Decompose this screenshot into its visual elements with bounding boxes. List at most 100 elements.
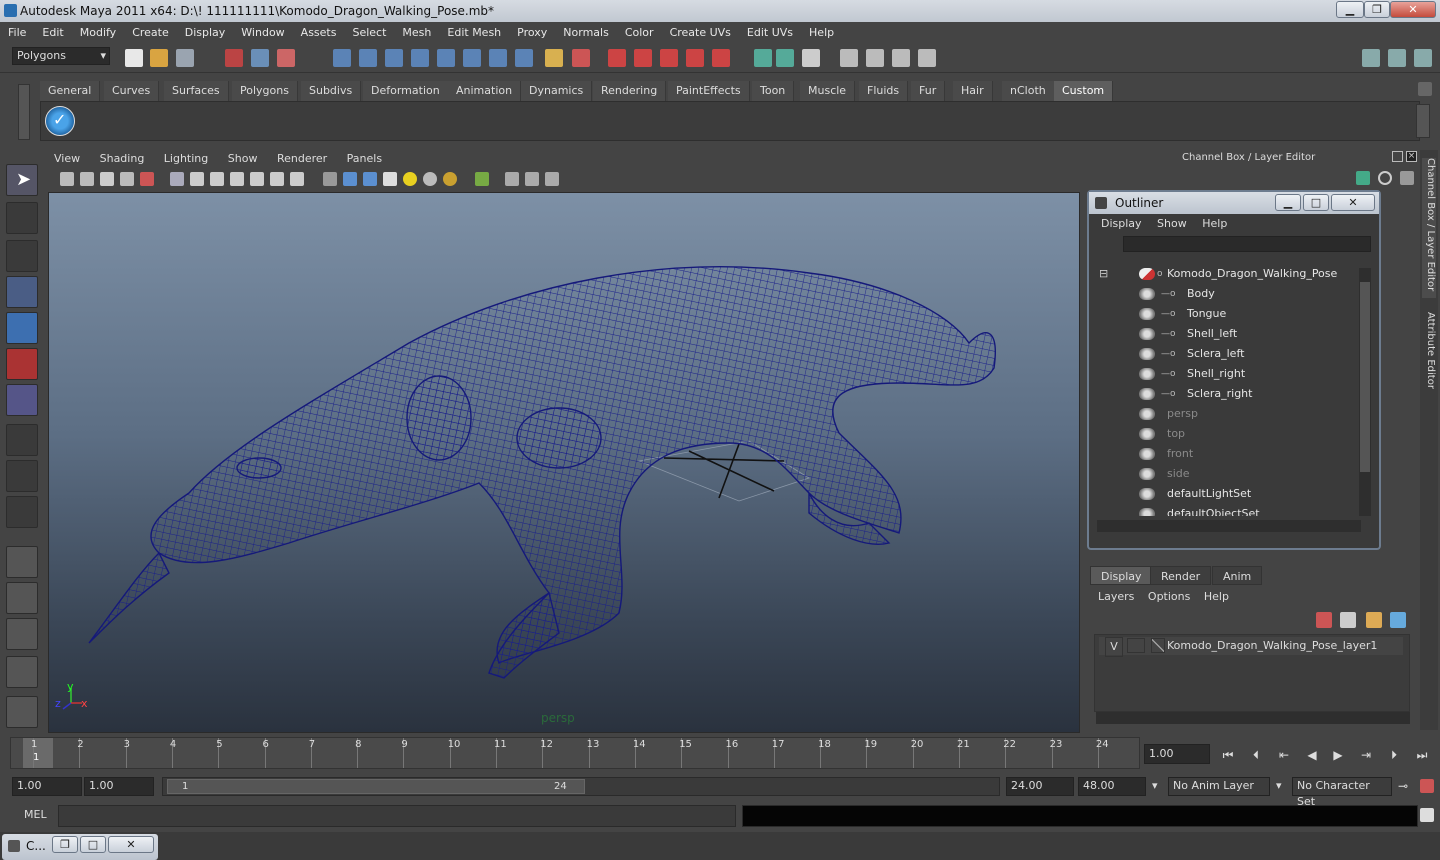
- layer-tab-anim[interactable]: Anim: [1212, 566, 1263, 585]
- bookmarks-icon[interactable]: [100, 172, 114, 186]
- step-forward-key-button[interactable]: ⇥: [1356, 747, 1376, 763]
- shadows-icon[interactable]: [423, 172, 437, 186]
- lasso-tool-icon[interactable]: [6, 202, 38, 234]
- ipr-render-icon[interactable]: [634, 49, 652, 67]
- time-slider[interactable]: 1 1 2 3 4 5 6 7 8 9 10 11 12 13 14 15 16 17 18 19 20 21 22 23 24: [10, 737, 1140, 769]
- viewport-menu-lighting[interactable]: Lighting: [164, 152, 208, 165]
- tab-hair[interactable]: Hair: [953, 81, 993, 101]
- move-layer-up-icon[interactable]: [1316, 612, 1332, 628]
- minimized-restore-button[interactable]: ❐: [52, 836, 78, 853]
- scale-tool-icon[interactable]: [6, 348, 38, 380]
- outliner-item[interactable]: front: [1095, 444, 1359, 464]
- menu-edit-uvs[interactable]: Edit UVs: [739, 26, 801, 39]
- menu-create[interactable]: Create: [124, 26, 177, 39]
- outliner-close-button[interactable]: ✕: [1331, 194, 1375, 211]
- safe-action-icon[interactable]: [270, 172, 284, 186]
- select-component-icon[interactable]: [277, 49, 295, 67]
- tab-toon[interactable]: Toon: [752, 81, 795, 101]
- tab-fluids[interactable]: Fluids: [859, 81, 909, 101]
- tab-curves[interactable]: Curves: [104, 81, 160, 101]
- close-window-button[interactable]: ✕: [1390, 1, 1436, 18]
- outliner-item[interactable]: —o Tongue: [1095, 304, 1359, 324]
- step-back-frame-button[interactable]: ⏴: [1246, 747, 1266, 763]
- tab-deformation[interactable]: Deformation: [363, 81, 449, 101]
- layer-row[interactable]: V Komodo_Dragon_Walking_Pose_layer1: [1099, 637, 1403, 657]
- toggle-tool-settings-icon[interactable]: [1414, 49, 1432, 67]
- layer-tab-render[interactable]: Render: [1150, 566, 1212, 585]
- layer-visibility-toggle[interactable]: V: [1105, 637, 1123, 657]
- range-slider[interactable]: 1 24: [162, 777, 1000, 796]
- menu-edit-mesh[interactable]: Edit Mesh: [439, 26, 509, 39]
- selection-highlight-icon[interactable]: [572, 49, 590, 67]
- paint-select-tool-icon[interactable]: [6, 240, 38, 272]
- menu-color[interactable]: Color: [617, 26, 662, 39]
- layer-menu-layers[interactable]: Layers: [1098, 590, 1134, 603]
- render-current-frame-icon[interactable]: [608, 49, 626, 67]
- playback-end-field[interactable]: 24.00: [1006, 777, 1074, 796]
- new-scene-icon[interactable]: [125, 49, 143, 67]
- render-settings-icon[interactable]: [660, 49, 678, 67]
- xray-joints-icon[interactable]: [525, 172, 539, 186]
- rotate-tool-icon[interactable]: [6, 312, 38, 344]
- open-scene-icon[interactable]: [150, 49, 168, 67]
- trash-icon[interactable]: [1418, 82, 1432, 96]
- hypershade-icon[interactable]: [686, 49, 704, 67]
- layer-type-toggle[interactable]: [1127, 638, 1145, 653]
- output-ops-icon[interactable]: [489, 49, 507, 67]
- perspective-viewport[interactable]: y x z persp: [48, 192, 1080, 733]
- outliner-minimize-button[interactable]: ▁: [1275, 194, 1301, 211]
- layer-menu-options[interactable]: Options: [1148, 590, 1190, 603]
- menu-select[interactable]: Select: [344, 26, 394, 39]
- textured-icon[interactable]: [383, 172, 397, 186]
- range-slider-handle[interactable]: 1 24: [167, 779, 585, 794]
- show-layer-editor-icon[interactable]: [918, 49, 936, 67]
- toggle-attribute-editor-icon[interactable]: [1388, 49, 1406, 67]
- xray-icon[interactable]: [505, 172, 519, 186]
- outliner-vertical-scrollbar[interactable]: [1359, 268, 1371, 516]
- lock-icon[interactable]: [545, 49, 563, 67]
- graph-editor-layout-icon[interactable]: [6, 656, 38, 688]
- go-to-end-button[interactable]: ⏭: [1412, 747, 1432, 763]
- outliner-item[interactable]: —o Sclera_left: [1095, 344, 1359, 364]
- show-tool-settings-icon[interactable]: [866, 49, 884, 67]
- script-editor-icon[interactable]: [1420, 808, 1434, 822]
- tab-polygons[interactable]: Polygons: [232, 81, 298, 101]
- animation-preferences-icon[interactable]: [1420, 779, 1434, 793]
- step-back-key-button[interactable]: ⇤: [1274, 747, 1294, 763]
- rename-icon[interactable]: [802, 49, 820, 67]
- film-gate-icon[interactable]: [190, 172, 204, 186]
- snap-grid-icon[interactable]: [333, 49, 351, 67]
- outliner-horizontal-scrollbar[interactable]: [1097, 520, 1361, 532]
- gate-mask-icon[interactable]: [230, 172, 244, 186]
- new-empty-layer-icon[interactable]: [1366, 612, 1382, 628]
- show-attribute-editor-icon[interactable]: [840, 49, 858, 67]
- viewport-menu-shading[interactable]: Shading: [100, 152, 145, 165]
- minimized-window[interactable]: C... ❐ □ ✕: [2, 834, 158, 860]
- viewport-menu-panels[interactable]: Panels: [347, 152, 382, 165]
- menu-assets[interactable]: Assets: [293, 26, 345, 39]
- shelf-scrollbar[interactable]: [1416, 104, 1430, 138]
- new-layer-selected-icon[interactable]: [1390, 612, 1406, 628]
- character-set-dropdown[interactable]: No Character Set: [1292, 777, 1392, 808]
- render-view-icon[interactable]: [712, 49, 730, 67]
- last-tool-icon[interactable]: [6, 496, 38, 528]
- move-channel-icon[interactable]: [1356, 171, 1370, 185]
- hardware-texturing-icon[interactable]: [443, 172, 457, 186]
- smooth-shading-icon[interactable]: [343, 172, 357, 186]
- field-chart-icon[interactable]: [250, 172, 264, 186]
- tab-general[interactable]: General: [40, 81, 101, 101]
- tab-dynamics[interactable]: Dynamics: [521, 81, 593, 101]
- tab-subdivs[interactable]: Subdivs: [301, 81, 362, 101]
- image-plane-icon[interactable]: [120, 172, 134, 186]
- select-tool-icon[interactable]: ➤: [6, 164, 38, 196]
- soft-mod-tool-icon[interactable]: [6, 424, 38, 456]
- tab-surfaces[interactable]: Surfaces: [164, 81, 229, 101]
- wireframe-on-shaded-icon[interactable]: [363, 172, 377, 186]
- tab-painteffects[interactable]: PaintEffects: [668, 81, 750, 101]
- layer-menu-help[interactable]: Help: [1204, 590, 1229, 603]
- help-question-icon[interactable]: [515, 49, 533, 67]
- menu-modify[interactable]: Modify: [72, 26, 124, 39]
- outliner-menu-show[interactable]: Show: [1157, 217, 1187, 230]
- 2d-pan-zoom-icon[interactable]: [140, 172, 154, 186]
- share-icon[interactable]: [545, 172, 559, 186]
